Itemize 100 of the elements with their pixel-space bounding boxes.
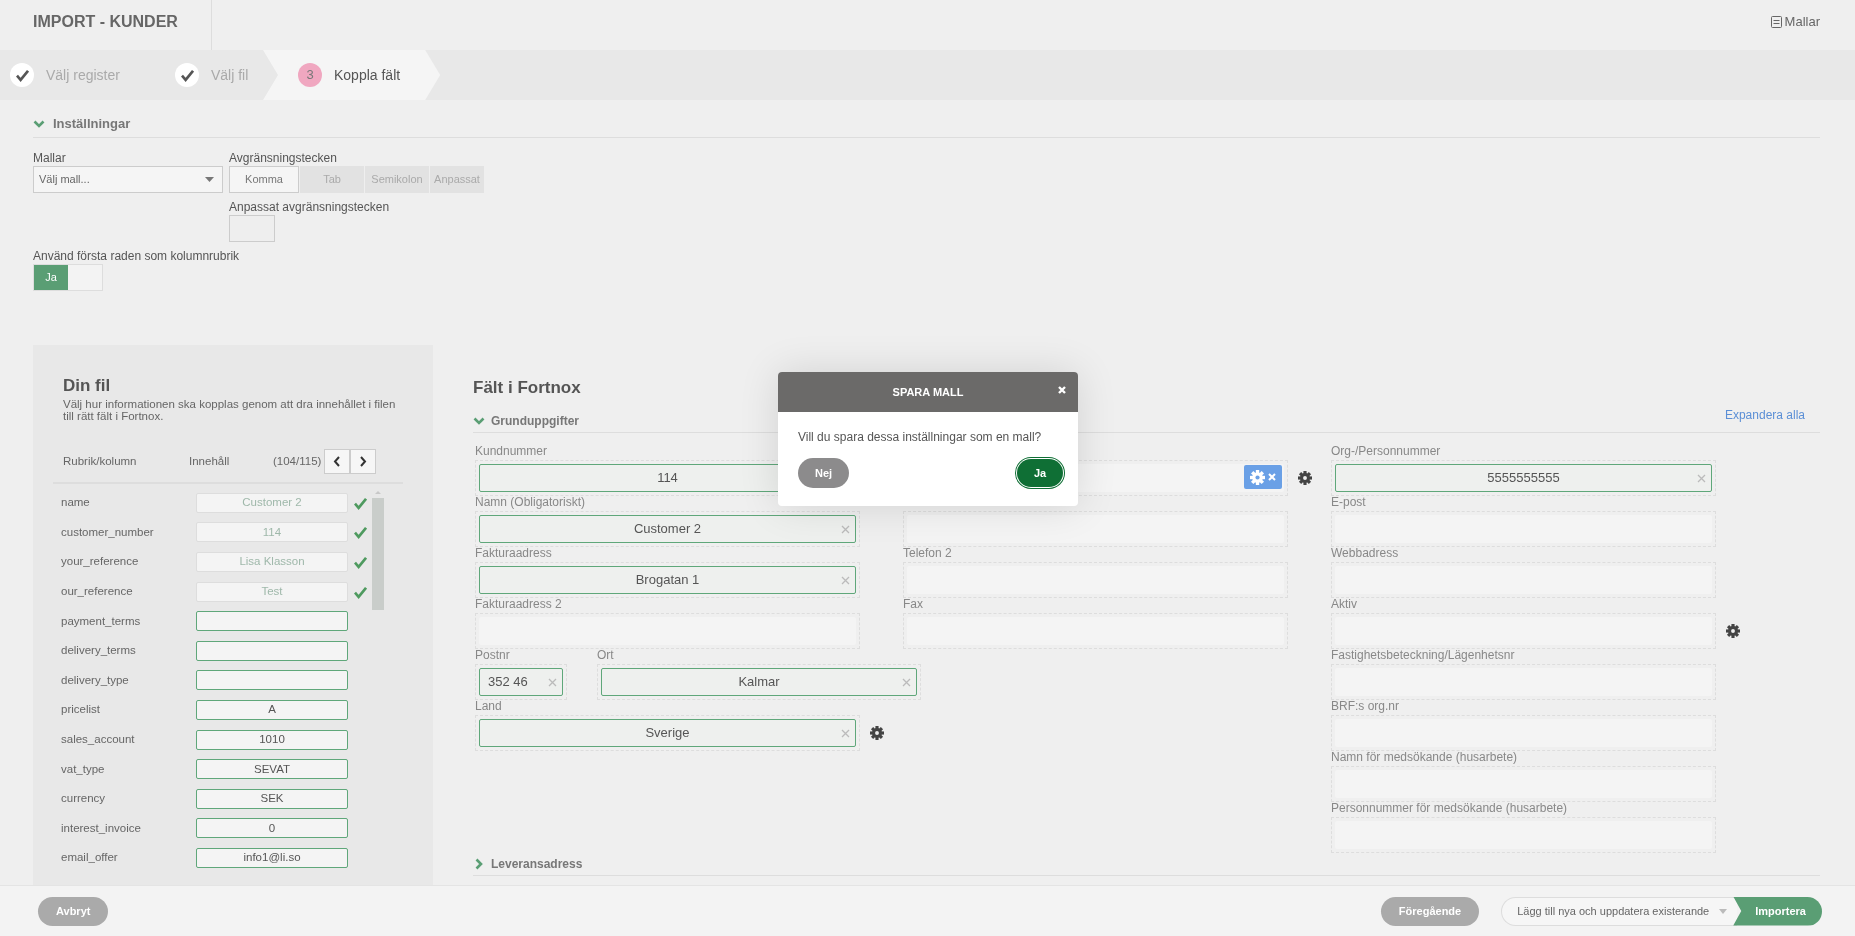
chevron-down-icon[interactable]: [473, 415, 485, 427]
column-name: sales_account: [60, 731, 136, 747]
clear-icon[interactable]: [548, 678, 557, 687]
settings-icon[interactable]: [1298, 471, 1312, 485]
clear-icon[interactable]: [841, 525, 850, 534]
check-icon: [353, 555, 367, 569]
clear-icon[interactable]: [1697, 474, 1706, 483]
field-label: Aktiv: [1331, 596, 1357, 613]
gear-icon[interactable]: [1250, 469, 1265, 485]
previous-button[interactable]: [324, 448, 351, 474]
field-label: Org-/Personnummer: [1331, 443, 1441, 460]
templates-link[interactable]: Mallar: [1770, 12, 1855, 32]
content-chip[interactable]: A: [196, 699, 348, 720]
panel-title: Fält i Fortnox: [473, 376, 581, 399]
caret-icon: [1719, 908, 1728, 914]
column-name: interest_invoice: [60, 820, 142, 836]
step-number: 3: [298, 63, 322, 87]
section-header[interactable]: Leveransadress: [473, 855, 583, 875]
mapping-chip[interactable]: [1244, 465, 1282, 489]
field-label: Kundnummer: [475, 443, 548, 460]
column-name: delivery_terms: [60, 643, 137, 659]
input-field[interactable]: Sverige: [479, 719, 856, 747]
content-chip[interactable]: SEVAT: [196, 759, 348, 780]
header-row-toggle[interactable]: Ja: [33, 263, 103, 291]
import-button[interactable]: Importera: [1733, 896, 1822, 926]
step-label: Välj register: [46, 65, 120, 85]
clear-icon[interactable]: [902, 678, 911, 687]
custom-delimiter-field[interactable]: [229, 214, 275, 242]
field-label: Mallar: [33, 149, 67, 166]
section-header[interactable]: Inställningar: [33, 114, 1820, 138]
column-name: our_reference: [60, 583, 134, 599]
column-name: currency: [60, 791, 107, 807]
content-chip[interactable]: [196, 611, 348, 632]
remove-icon[interactable]: [1268, 473, 1276, 481]
content-chip[interactable]: [196, 670, 348, 691]
field-label: Personnummer för medsökande (husarbete): [1331, 800, 1568, 817]
column-name: pricelist: [60, 702, 101, 718]
step-label: Välj fil: [211, 65, 249, 85]
next-button[interactable]: [350, 448, 377, 474]
field-label: Namn (Obligatoriskt): [475, 494, 586, 511]
close-icon[interactable]: [1058, 386, 1066, 394]
column-name: name: [60, 495, 91, 511]
content-chip[interactable]: [196, 640, 348, 661]
field-label: Fakturaadress 2: [475, 596, 562, 613]
field-label: Land: [475, 698, 502, 715]
expand-all-link[interactable]: Expandera alla: [1724, 406, 1805, 424]
clear-icon[interactable]: [841, 576, 850, 585]
template-dropdown[interactable]: Välj mall...: [33, 165, 223, 193]
cancel-button[interactable]: Avbryt: [38, 896, 109, 926]
clear-icon[interactable]: [841, 729, 850, 738]
column-name: customer_number: [60, 524, 155, 540]
field-label: Telefon 2: [903, 545, 952, 562]
settings-icon[interactable]: [870, 726, 884, 740]
column-name: delivery_type: [60, 672, 130, 688]
field-label: Namn för medsökande (husarbete): [1331, 749, 1518, 766]
content-chip[interactable]: 0: [196, 818, 348, 839]
panel-title: Din fil: [63, 374, 112, 397]
field-label: Fax: [903, 596, 923, 613]
input-field[interactable]: 352 46: [479, 668, 563, 696]
field-label: Fastighetsbeteckning/Lägenhetsnr: [1331, 647, 1515, 664]
field-label: Använd första raden som kolumnrubrik: [33, 247, 241, 264]
check-icon: [15, 68, 29, 82]
field-label: BRF:s org.nr: [1331, 698, 1399, 715]
input-field[interactable]: Customer 2: [479, 515, 856, 543]
column-header: Innehåll: [189, 455, 231, 467]
import-mode-dropdown[interactable]: Lägg till nya och uppdatera existerande: [1501, 896, 1738, 926]
check-icon: [353, 495, 367, 510]
content-chip[interactable]: SEK: [196, 788, 348, 809]
section-header[interactable]: Grunduppgifter: [473, 412, 579, 432]
column-name: payment_terms: [60, 613, 142, 629]
content-chip[interactable]: 1010: [196, 729, 348, 750]
input-field[interactable]: Brogatan 1: [479, 566, 856, 594]
check-icon: [353, 584, 367, 599]
column-name: email_offer: [60, 850, 119, 866]
delimiter-option[interactable]: Komma: [229, 165, 299, 193]
dialog-message: Vill du spara dessa inställningar som en mall?: [797, 429, 1043, 446]
page-counter: (104/115): [273, 455, 322, 467]
field-label: Postnr: [475, 647, 510, 664]
chevron-left-icon: [333, 455, 342, 467]
field-label: Fakturaadress: [475, 545, 552, 562]
field-label: E-post: [1331, 494, 1366, 511]
chevron-right-icon[interactable]: [473, 858, 485, 870]
input-field[interactable]: 5555555555: [1335, 464, 1712, 492]
step-label: Koppla fält: [334, 65, 401, 85]
confirm-button[interactable]: Ja: [1017, 459, 1063, 487]
column-header: Rubrik/kolumn: [63, 455, 138, 467]
content-chip[interactable]: info1@li.so: [196, 847, 348, 868]
decline-button[interactable]: Nej: [798, 458, 849, 488]
field-label: Ort: [597, 647, 614, 664]
input-field[interactable]: Kalmar: [601, 668, 917, 696]
settings-icon[interactable]: [1726, 624, 1740, 638]
previous-button[interactable]: Föregående: [1380, 896, 1480, 926]
check-icon: [353, 525, 367, 540]
column-name: your_reference: [60, 554, 140, 570]
field-label: Anpassat avgränsningstecken: [229, 198, 391, 215]
dialog-title: SPARA MALL: [892, 384, 964, 400]
wizard-step[interactable]: 3 Koppla fält: [263, 50, 441, 100]
field-label: Webbadress: [1331, 545, 1399, 562]
check-icon: [180, 68, 194, 82]
column-name: vat_type: [60, 761, 106, 777]
